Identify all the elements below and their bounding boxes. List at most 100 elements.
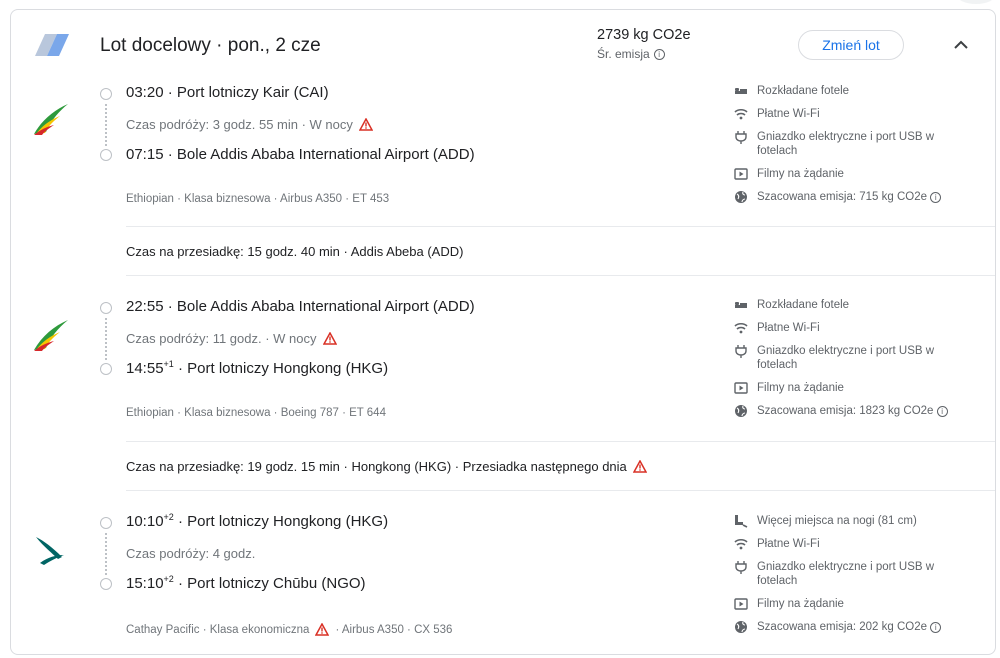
departure-dot — [100, 88, 112, 100]
co2-subtitle: Śr. emisja i — [597, 47, 665, 61]
amenities-list: Rozkładane fotele Płatne Wi-Fi Gniazdko … — [734, 84, 974, 213]
arrival-line: 15:10+2 · Port lotniczy Chūbu (NGO) — [126, 574, 366, 593]
amenity-text: Filmy na żądanie — [757, 382, 844, 394]
wifi-icon — [734, 322, 748, 334]
layover-text: Czas na przesiadkę: 19 godz. 15 min · Ho… — [126, 458, 627, 474]
amenities-list: Więcej miejsca na nogi (81 cm) Płatne Wi… — [734, 514, 974, 643]
departure-time: 03:20 — [126, 84, 164, 101]
globe-icon — [735, 405, 747, 417]
arrival-dot — [100, 363, 112, 375]
travel-duration-text: Czas podróży: 3 godz. 55 min · W nocy — [126, 117, 353, 132]
warning-icon — [315, 623, 330, 636]
travel-duration: Czas podróży: 4 godz. — [126, 546, 255, 561]
travel-duration-text: Czas podróży: 4 godz. — [126, 546, 256, 561]
amenity-item: Filmy na żądanie — [734, 167, 974, 181]
flight-meta-text: Ethiopian · Klasa biznesowa · Airbus A35… — [126, 193, 390, 205]
amenity-text: Płatne Wi-Fi — [757, 108, 820, 120]
ethiopian-airlines-logo — [32, 102, 70, 141]
amenity-item: Gniazdko elektryczne i port USB w fotela… — [734, 560, 974, 588]
power-plug-icon — [735, 131, 747, 144]
wifi-icon — [734, 108, 748, 120]
flight-meta: Cathay Pacific · Klasa ekonomiczna · Air… — [126, 623, 452, 636]
departure-dot — [100, 517, 112, 529]
corner-button[interactable] — [956, 0, 996, 4]
flat-seat-icon — [735, 302, 747, 308]
flat-seat-icon — [735, 88, 747, 94]
amenity-text: Gniazdko elektryczne i port USB w fotela… — [757, 131, 935, 157]
chevron-up-icon[interactable] — [953, 38, 969, 52]
amenity-item: Płatne Wi-Fi — [734, 321, 974, 335]
emission-text: Szacowana emisja: 715 kg CO2e — [757, 191, 928, 203]
arrival-airport: Port lotniczy Hongkong (HKG) — [187, 360, 389, 377]
emission-text: Szacowana emisja: 1823 kg CO2e — [757, 405, 934, 417]
layover-1: Czas na przesiadkę: 15 godz. 40 min · Ad… — [126, 226, 995, 276]
flight-timeline — [100, 302, 112, 375]
departure-day-offset: +2 — [163, 512, 174, 522]
timeline-dots — [105, 533, 107, 575]
amenity-item: Filmy na żądanie — [734, 597, 974, 611]
timeline-dots — [105, 104, 107, 146]
change-flight-button[interactable]: Zmień lot — [798, 30, 904, 60]
play-video-icon — [734, 382, 748, 394]
play-video-icon — [734, 168, 748, 180]
emission-text: Szacowana emisja: 202 kg CO2e — [757, 621, 928, 633]
arrival-time: 07:15 — [126, 146, 164, 163]
info-icon[interactable]: i — [930, 622, 942, 633]
info-icon[interactable]: i — [936, 406, 948, 417]
flight-segment-2: 22:55 · Bole Addis Ababa International A… — [11, 294, 995, 440]
amenity-text: Rozkładane fotele — [757, 85, 850, 97]
travel-duration: Czas podróży: 11 godz. · W nocy — [126, 331, 337, 346]
amenity-text: Więcej miejsca na nogi (81 cm) — [757, 515, 917, 527]
wifi-icon — [734, 538, 748, 550]
flight-meta-suffix: · Airbus A350 · CX 536 — [335, 623, 453, 636]
info-icon[interactable]: i — [653, 48, 665, 60]
amenity-item: Filmy na żądanie — [734, 381, 974, 395]
warning-icon — [322, 332, 337, 345]
amenity-text: Filmy na żądanie — [757, 598, 844, 610]
amenity-item: Płatne Wi-Fi — [734, 537, 974, 551]
arrival-day-offset: +1 — [163, 359, 174, 369]
info-icon[interactable]: i — [930, 192, 942, 203]
departure-line: 22:55 · Bole Addis Ababa International A… — [126, 298, 475, 315]
amenity-item: Rozkładane fotele — [734, 298, 974, 312]
flight-meta-text: Ethiopian · Klasa biznesowa · Boeing 787… — [126, 407, 386, 419]
power-plug-icon — [735, 345, 747, 358]
departure-dot — [100, 302, 112, 314]
amenity-text: Płatne Wi-Fi — [757, 538, 820, 550]
departure-line: 03:20 · Port lotniczy Kair (CAI) — [126, 84, 329, 101]
amenity-item: Szacowana emisja: 202 kg CO2e i — [734, 620, 974, 634]
flight-meta-prefix: Cathay Pacific · Klasa ekonomiczna — [126, 623, 310, 636]
arrival-time: 14:55 — [126, 360, 164, 377]
arrival-line: 14:55+1 · Port lotniczy Hongkong (HKG) — [126, 359, 389, 378]
ethiopian-airlines-logo — [32, 318, 70, 357]
amenity-text: Gniazdko elektryczne i port USB w fotela… — [757, 345, 935, 371]
amenity-item: Gniazdko elektryczne i port USB w fotela… — [734, 130, 974, 158]
warning-icon — [358, 118, 373, 131]
flight-timeline — [100, 88, 112, 161]
arrival-line: 07:15 · Bole Addis Ababa International A… — [126, 146, 475, 163]
page-title: Lot docelowy · pon., 2 cze — [100, 35, 321, 56]
warning-icon — [632, 459, 647, 473]
amenity-text: Szacowana emisja: 1823 kg CO2e i — [757, 404, 974, 418]
timeline-dots — [105, 318, 107, 360]
arrival-airport: Bole Addis Ababa International Airport (… — [176, 146, 475, 163]
departure-line: 10:10+2 · Port lotniczy Hongkong (HKG) — [126, 512, 389, 531]
globe-icon — [735, 191, 747, 203]
arrival-day-offset: +2 — [163, 574, 174, 584]
co2-total: 2739 kg CO2e — [597, 27, 691, 43]
departure-airport: Port lotniczy Kair (CAI) — [176, 84, 329, 101]
play-video-icon — [734, 598, 748, 610]
departure-time: 22:55 — [126, 298, 164, 315]
flight-timeline — [100, 517, 112, 590]
amenity-item: Szacowana emisja: 715 kg CO2e i — [734, 190, 974, 204]
amenities-list: Rozkładane fotele Płatne Wi-Fi Gniazdko … — [734, 298, 974, 427]
arrival-dot — [100, 149, 112, 161]
amenity-item: Gniazdko elektryczne i port USB w fotela… — [734, 344, 974, 372]
flight-details-card: Lot docelowy · pon., 2 cze 2739 kg CO2e … — [10, 9, 996, 655]
arrival-airport: Port lotniczy Chūbu (NGO) — [187, 575, 366, 592]
travel-duration-text: Czas podróży: 11 godz. · W nocy — [126, 331, 317, 346]
departure-airport: Bole Addis Ababa International Airport (… — [176, 298, 475, 315]
amenity-item: Rozkładane fotele — [734, 84, 974, 98]
multi-airline-logo — [35, 34, 69, 61]
travel-duration: Czas podróży: 3 godz. 55 min · W nocy — [126, 117, 373, 132]
